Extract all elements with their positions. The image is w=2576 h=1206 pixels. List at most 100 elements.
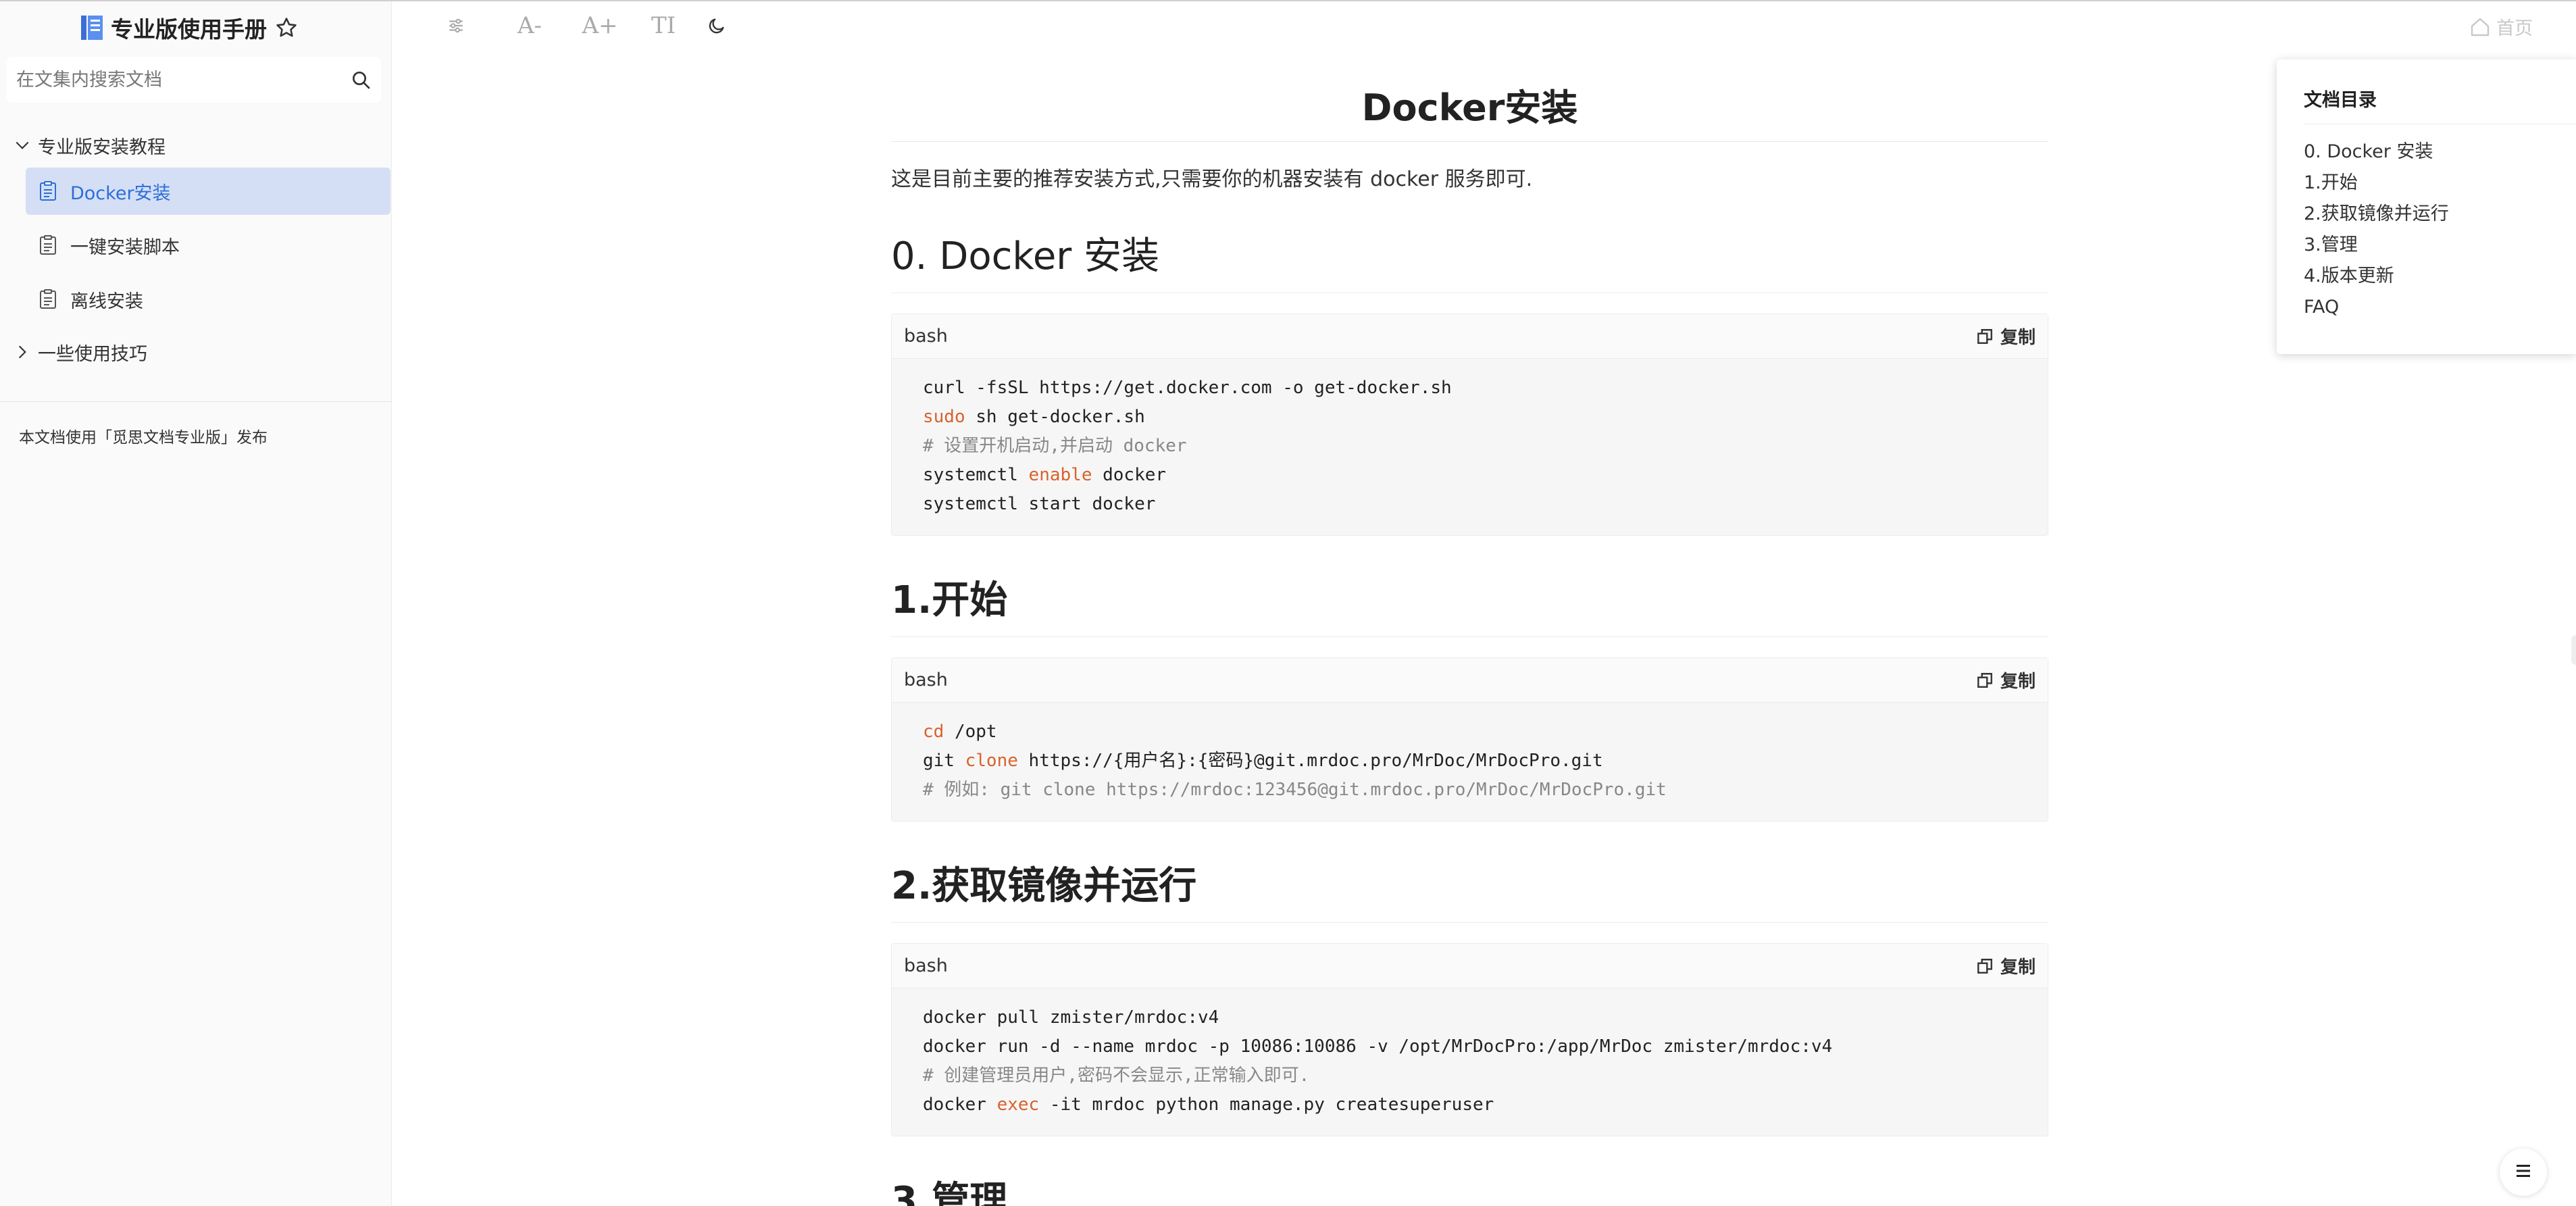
code-line: systemctl start docker xyxy=(923,490,2017,519)
star-icon[interactable] xyxy=(275,16,298,39)
document-icon xyxy=(39,235,57,255)
sliders-icon[interactable] xyxy=(446,12,466,39)
scroll-handle[interactable] xyxy=(2571,635,2576,665)
nav-group-label: 专业版安装教程 xyxy=(38,136,166,158)
code-keyword: cd xyxy=(923,722,944,742)
toc-item[interactable]: 4.版本更新 xyxy=(2304,261,2576,292)
toc-item[interactable]: 0. Docker 安装 xyxy=(2304,136,2576,168)
sidebar-divider xyxy=(0,401,392,402)
sidebar-item-label: Docker安装 xyxy=(70,182,171,204)
code-line: git clone https://{用户名}:{密码}@git.mrdoc.p… xyxy=(923,747,2017,776)
section-heading: 0. Docker 安装 xyxy=(891,226,2048,293)
code-keyword: clone xyxy=(965,751,1018,771)
code-language: bash xyxy=(904,955,948,976)
copy-icon xyxy=(1976,672,1994,689)
code-line: docker run -d --name mrdoc -p 10086:1008… xyxy=(923,1032,2017,1061)
font-decrease-button[interactable]: A- xyxy=(515,12,545,39)
nav-group-label: 一些使用技巧 xyxy=(38,343,147,365)
document-icon xyxy=(39,181,57,201)
copy-label: 复制 xyxy=(2000,328,2036,348)
code-text: git xyxy=(923,751,965,771)
sidebar-item-offline-install[interactable]: 离线安装 xyxy=(26,276,390,323)
document-icon xyxy=(39,289,57,309)
code-line: docker exec -it mrdoc python manage.py c… xyxy=(923,1090,2017,1120)
intro-paragraph: 这是目前主要的推荐安装方式,只需要你的机器安装有 docker 服务即可. xyxy=(891,168,1533,191)
page-title: Docker安装 xyxy=(891,74,2048,142)
nav-group-install[interactable]: 专业版安装教程 xyxy=(0,123,392,168)
home-label: 首页 xyxy=(2496,18,2533,39)
font-family-button[interactable]: TI xyxy=(651,12,676,39)
toc-item[interactable]: 3.管理 xyxy=(2304,230,2576,261)
copy-button[interactable]: 复制 xyxy=(1976,953,2036,978)
copy-label: 复制 xyxy=(2000,672,2036,692)
search-icon[interactable] xyxy=(350,69,372,91)
section-heading: 1.开始 xyxy=(891,570,2048,637)
doc-tree: 专业版安装教程 Docker安装 一键安装脚本 离线安装 一些使用技巧 xyxy=(0,123,392,374)
brand[interactable]: 专业版使用手册 xyxy=(80,11,298,45)
code-keyword: enable xyxy=(1028,465,1092,485)
search-input[interactable] xyxy=(16,69,350,91)
copy-button[interactable]: 复制 xyxy=(1976,324,2036,349)
code-block: bash 复制 curl -fsSL https://get.docker.co… xyxy=(891,313,2048,536)
code-text: curl -fsSL https://get.docker.com -o get… xyxy=(923,378,1452,398)
code-text: docker xyxy=(1092,465,1167,485)
code-language: bash xyxy=(904,326,948,347)
article: Docker安装 这是目前主要的推荐安装方式,只需要你的机器安装有 docker… xyxy=(891,74,2048,1206)
section-heading: 3.管理 xyxy=(891,1170,2048,1206)
copy-button[interactable]: 复制 xyxy=(1976,668,2036,693)
home-icon xyxy=(2469,16,2491,38)
code-text: /opt xyxy=(944,722,997,742)
sidebar-item-docker-install[interactable]: Docker安装 xyxy=(26,168,390,215)
chevron-down-icon xyxy=(14,136,31,154)
toc-item[interactable]: 1.开始 xyxy=(2304,168,2576,199)
code-text: -it mrdoc python manage.py createsuperus… xyxy=(1039,1095,1494,1115)
search-box xyxy=(7,57,381,103)
sidebar-item-label: 一键安装脚本 xyxy=(70,236,180,258)
font-increase-button[interactable]: A+ xyxy=(582,12,617,39)
code-line: systemctl enable docker xyxy=(923,461,2017,490)
sidebar: 专业版使用手册 专业版安装教程 Docker安装 一键安装脚本 xyxy=(0,1,392,1206)
code-line: docker pull zmister/mrdoc:v4 xyxy=(923,1003,2017,1032)
moon-icon[interactable] xyxy=(707,12,727,39)
brand-title: 专业版使用手册 xyxy=(111,16,267,43)
code-block: bash 复制 docker pull zmister/mrdoc:v4 dock… xyxy=(891,943,2048,1136)
copy-icon xyxy=(1976,957,1994,975)
toc-item[interactable]: 2.获取镜像并运行 xyxy=(2304,199,2576,230)
sidebar-item-one-click-script[interactable]: 一键安装脚本 xyxy=(26,222,390,269)
code-header: bash 复制 xyxy=(892,944,2048,988)
code-line: # 创建管理员用户,密码不会显示,正常输入即可. xyxy=(923,1061,2017,1090)
code-line: sudo sh get-docker.sh xyxy=(923,403,2017,432)
code-keyword: sudo xyxy=(923,407,965,427)
code-text: docker run -d --name mrdoc -p 10086:1008… xyxy=(923,1036,1833,1057)
code-line: # 例如: git clone https://mrdoc:123456@git… xyxy=(923,776,2017,805)
copy-label: 复制 xyxy=(2000,957,2036,978)
menu-button[interactable] xyxy=(2500,1149,2547,1196)
toc-item[interactable]: FAQ xyxy=(2304,292,2576,323)
code-header: bash 复制 xyxy=(892,658,2048,703)
menu-icon xyxy=(2513,1161,2533,1184)
code-text: docker xyxy=(923,1095,997,1115)
publish-note: 本文档使用「觅思文档专业版」发布 xyxy=(19,429,268,447)
nav-group-tips[interactable]: 一些使用技巧 xyxy=(0,330,392,374)
table-of-contents: 文档目录 0. Docker 安装 1.开始 2.获取镜像并运行 3.管理 4.… xyxy=(2277,59,2576,354)
notebook-icon xyxy=(80,14,104,41)
home-link[interactable]: 首页 xyxy=(2469,14,2533,40)
code-line: cd /opt xyxy=(923,718,2017,747)
code-body: curl -fsSL https://get.docker.com -o get… xyxy=(892,359,2048,535)
code-block: bash 复制 cd /opt git clone https://{用户名}:{… xyxy=(891,657,2048,822)
code-keyword: exec xyxy=(996,1095,1040,1115)
code-text: systemctl xyxy=(923,465,1029,485)
copy-icon xyxy=(1976,328,1994,345)
code-text: docker pull zmister/mrdoc:v4 xyxy=(923,1007,1219,1028)
code-text: sh get-docker.sh xyxy=(965,407,1145,427)
section-heading: 2.获取镜像并运行 xyxy=(891,855,2048,923)
code-comment: # 设置开机启动,并启动 docker xyxy=(923,436,1187,456)
code-body: docker pull zmister/mrdoc:v4 docker run -… xyxy=(892,988,2048,1136)
code-text: systemctl start docker xyxy=(923,494,1156,514)
reader-toolbar: A- A+ TI xyxy=(446,12,727,39)
code-comment: # 创建管理员用户,密码不会显示,正常输入即可. xyxy=(923,1065,1310,1086)
code-line: curl -fsSL https://get.docker.com -o get… xyxy=(923,374,2017,403)
code-text: https://{用户名}:{密码}@git.mrdoc.pro/MrDoc/M… xyxy=(1017,751,1603,771)
code-header: bash 复制 xyxy=(892,314,2048,359)
toc-title: 文档目录 xyxy=(2304,85,2576,124)
